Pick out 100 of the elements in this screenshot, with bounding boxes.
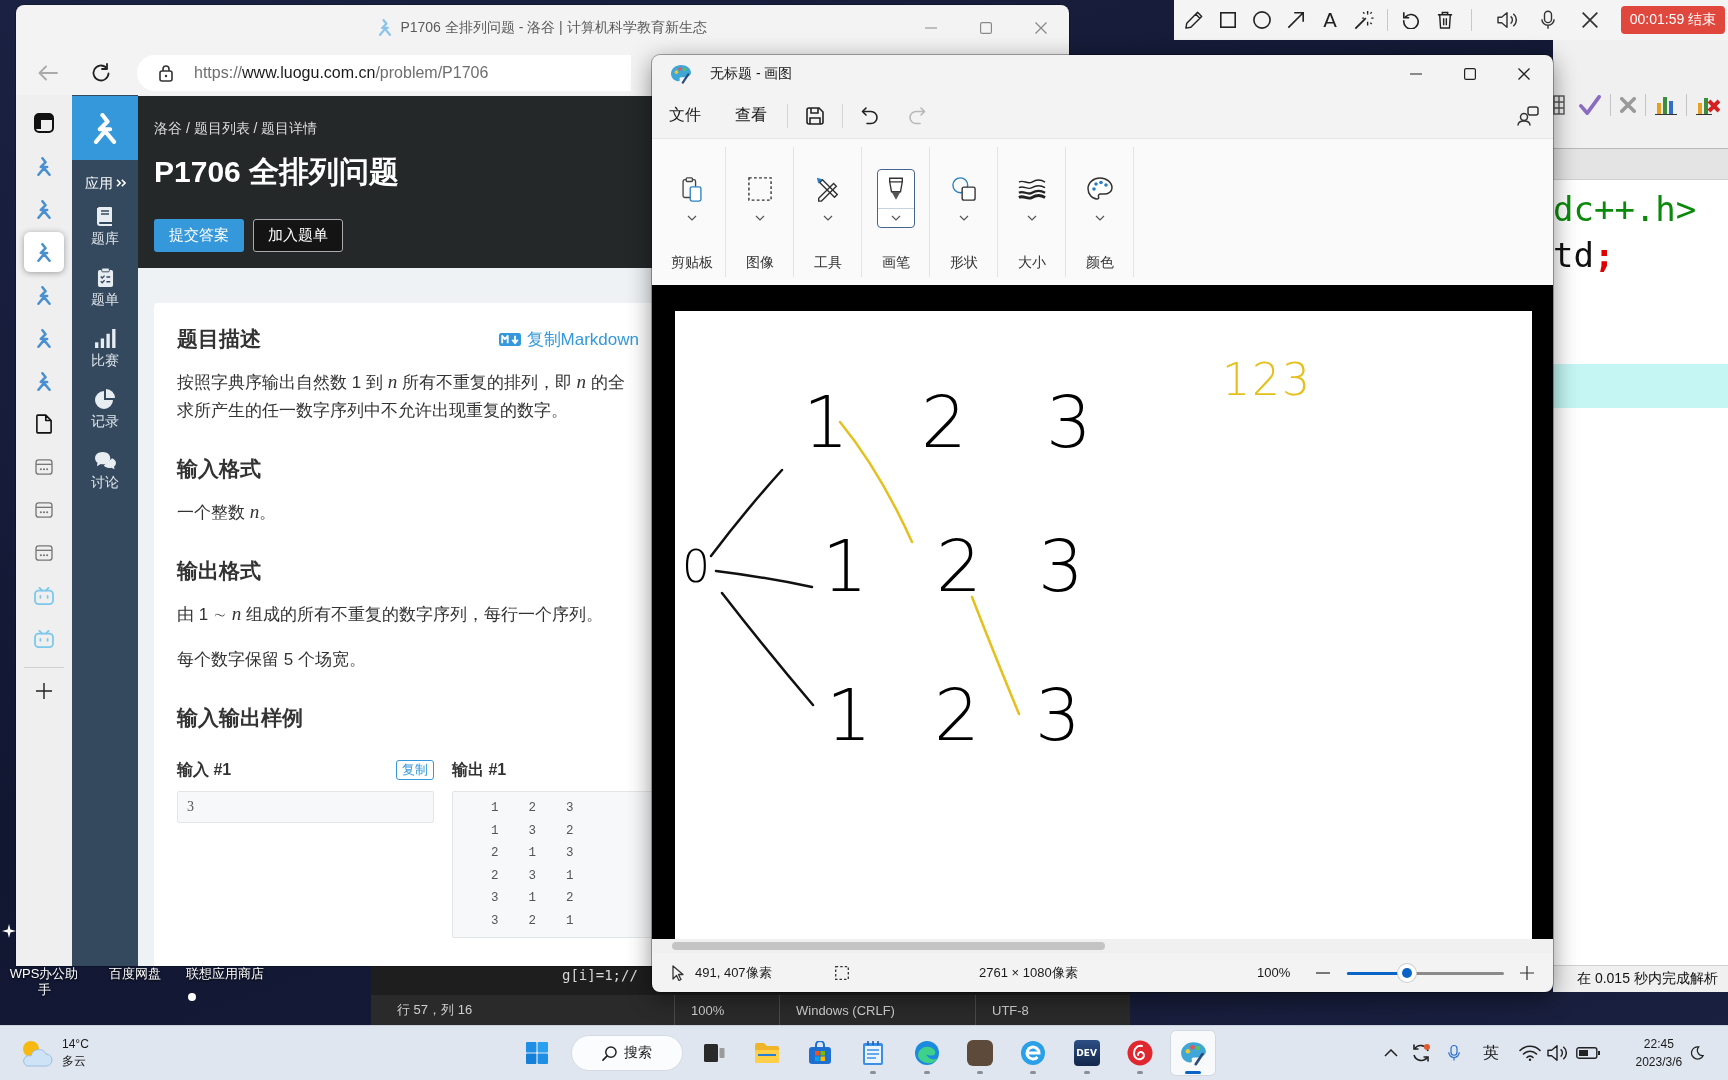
clipboard-icon (681, 176, 702, 202)
handwritten-number: 2 (936, 530, 982, 602)
stop-recording-button[interactable]: 00:01:59 结束 (1621, 6, 1725, 34)
taskbar-app-button[interactable] (1171, 1031, 1216, 1075)
zoom-level: 100% (1257, 965, 1292, 980)
text-tool-button[interactable]: A (1323, 9, 1337, 31)
apps-menu-link[interactable]: 应用 (84, 173, 126, 193)
dot-icon (188, 993, 196, 1001)
nav-link[interactable]: 题单 (91, 267, 119, 308)
add-to-list-button[interactable]: 加入题单 (253, 219, 343, 252)
section-heading: 输入格式 (177, 456, 261, 482)
letter-e-circle-icon (1020, 1040, 1047, 1066)
chevron-down-icon (754, 215, 765, 221)
input-method-indicator[interactable]: 英 (1482, 1043, 1499, 1063)
zoom-out-icon[interactable] (1316, 971, 1330, 974)
menu-item[interactable]: 文件 (665, 101, 705, 130)
microphone-icon[interactable] (1541, 10, 1555, 30)
temperature: 14°C (62, 1036, 89, 1053)
handwritten-number: 1 (822, 530, 868, 602)
chevron-down-icon (1026, 215, 1037, 221)
clipboard-icon (96, 266, 114, 288)
section-heading: 题目描述 (177, 326, 261, 352)
status-message: 在 0.015 秒内完成解析 (1553, 965, 1728, 992)
code-line: g[i]=1;// (562, 966, 638, 984)
window-icon (35, 545, 53, 561)
breadcrumb[interactable]: 洛谷 / 题目列表 / 题目详情 (154, 118, 318, 138)
clock-date[interactable]: 2023/3/6 (1635, 1053, 1683, 1071)
circle-icon[interactable] (1253, 11, 1271, 29)
save-icon[interactable] (806, 106, 824, 125)
magic-wand-icon[interactable] (1354, 10, 1374, 30)
zoom-in-icon[interactable] (1520, 965, 1534, 980)
cursor-position: 491, 407像素 (695, 963, 773, 982)
ribbon-label: 大小 (1017, 253, 1046, 272)
nav-link[interactable]: 记录 (91, 389, 119, 430)
maximize-icon[interactable] (1464, 68, 1476, 80)
nav-link[interactable]: 题库 (91, 206, 119, 247)
nav-link[interactable]: 比赛 (91, 328, 119, 369)
document-icon (36, 414, 52, 434)
undo-icon[interactable] (861, 106, 879, 125)
desktop-icon-label[interactable]: 联想应用商店 (186, 966, 264, 1024)
close-icon[interactable] (1518, 68, 1530, 80)
scrollbar-track[interactable] (652, 939, 1553, 953)
status-text: Windows (CRLF) (796, 1002, 895, 1018)
moon-icon[interactable] (1689, 1046, 1704, 1060)
status-text: UTF-8 (992, 1002, 1029, 1018)
close-icon[interactable] (1582, 12, 1598, 28)
taskbar-app-button[interactable]: DEV (1064, 1031, 1109, 1075)
volume-icon[interactable] (1546, 1044, 1567, 1062)
photo-placeholder (967, 1040, 994, 1066)
output-line: 1 2 3 (491, 800, 574, 817)
scrollbar-thumb[interactable] (672, 942, 1105, 950)
checkmark-icon[interactable] (1579, 95, 1601, 115)
logo-icon (36, 242, 52, 262)
zoom-slider[interactable] (1347, 963, 1504, 982)
plus-icon[interactable] (36, 683, 52, 699)
bar-chart-icon (94, 328, 116, 348)
grid-icon[interactable] (1553, 95, 1565, 115)
chevron-up-icon[interactable] (1383, 1049, 1398, 1057)
code-line: td; (1553, 234, 1615, 277)
wavy-lines-icon (1017, 178, 1046, 200)
paragraph-line: 求所产生的任一数字序列中不允许出现重复的数字。 (177, 400, 568, 422)
chevron-down-icon (822, 215, 833, 221)
clock-time[interactable]: 22:45 (1643, 1035, 1674, 1053)
output-line: 1 3 2 (491, 822, 574, 840)
sync-icon[interactable] (1410, 1043, 1431, 1063)
handwritten-number: 0 (682, 545, 710, 589)
palette-icon (670, 64, 692, 84)
trash-icon[interactable] (1437, 11, 1453, 29)
desktop-icon-label[interactable]: WPS办公助手 (7, 966, 81, 1024)
ribbon-tool-button[interactable] (876, 169, 915, 228)
logo-icon (92, 112, 118, 144)
nav-link[interactable]: 讨论 (91, 450, 119, 491)
url-text[interactable]: https://www.luogu.com.cn/problem/P1706 (194, 63, 489, 82)
handwritten-number: 3 (1035, 679, 1081, 751)
logo-tile[interactable] (72, 96, 138, 160)
arrow-icon[interactable] (1287, 11, 1305, 29)
bar-chart-icon[interactable] (1655, 95, 1677, 115)
lock-icon[interactable] (159, 63, 173, 82)
output-line: 2 3 1 (491, 867, 574, 885)
sparkle-icon (2, 924, 16, 938)
desktop-icon-label[interactable]: 百度网盘 (109, 966, 161, 1024)
slider-thumb[interactable] (1397, 963, 1416, 982)
rectangle-icon[interactable] (1220, 12, 1236, 28)
chart-cross-icon[interactable] (1696, 95, 1720, 115)
handwritten-number: 3 (1038, 530, 1084, 602)
speaker-icon[interactable] (1497, 11, 1517, 29)
search-button[interactable]: 搜索 (571, 1035, 683, 1071)
undo-icon[interactable] (1402, 11, 1420, 29)
panel-icon[interactable] (34, 113, 54, 133)
menu-item[interactable]: 查看 (731, 101, 771, 130)
stacked-windows-icon (702, 1043, 725, 1063)
wifi-icon[interactable] (1518, 1045, 1541, 1061)
person-icon[interactable] (1517, 105, 1539, 126)
reload-icon[interactable] (91, 62, 111, 83)
ribbon-label: 工具 (813, 253, 842, 272)
address-bar[interactable]: https://www.luogu.com.cn/problem/P1706 (137, 54, 631, 91)
status-text: 行 57，列 16 (397, 1001, 473, 1019)
shapes-icon (951, 177, 976, 201)
battery-icon[interactable] (1575, 1047, 1600, 1059)
pencil-icon[interactable] (1185, 11, 1203, 29)
